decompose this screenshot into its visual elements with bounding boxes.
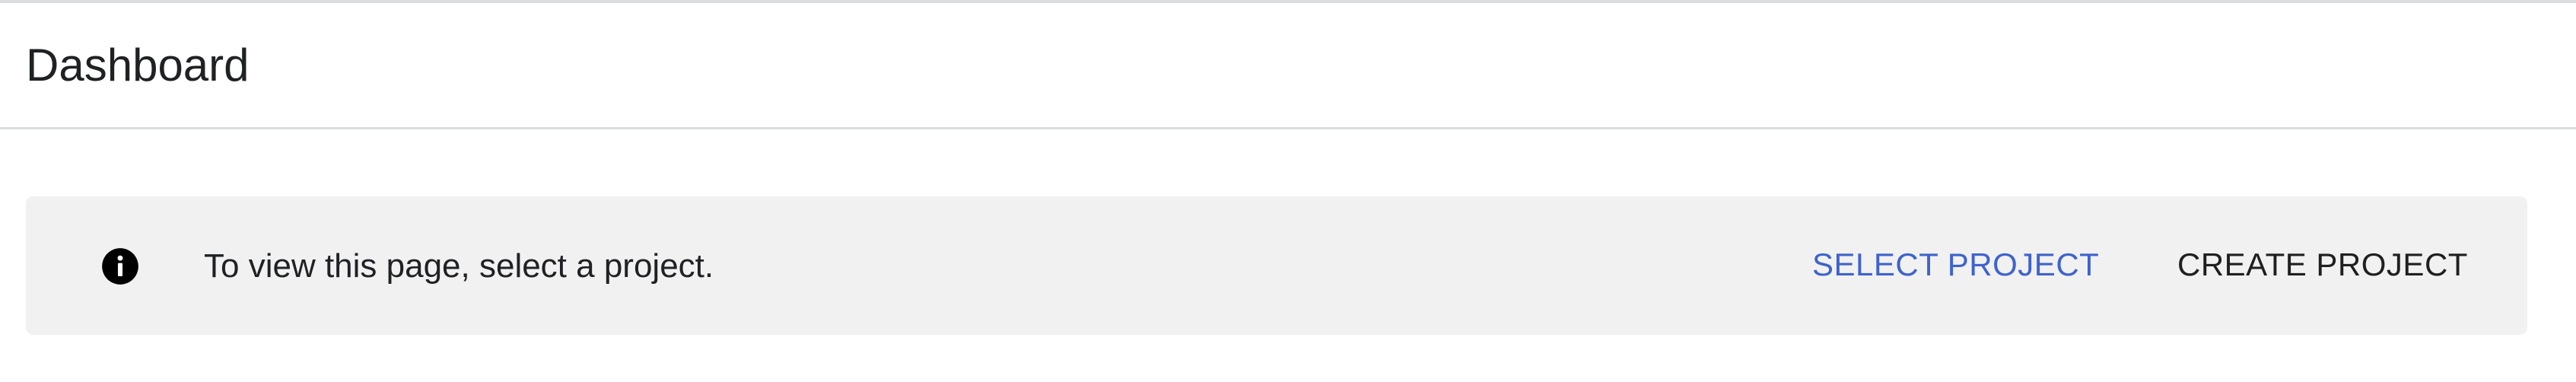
select-project-banner: To view this page, select a project. SEL…: [26, 196, 2527, 335]
create-project-button[interactable]: CREATE PROJECT: [2177, 240, 2468, 289]
page-title: Dashboard: [26, 40, 250, 91]
select-project-button[interactable]: SELECT PROJECT: [1812, 240, 2099, 289]
page-header: Dashboard: [0, 3, 2576, 129]
info-icon: [100, 247, 140, 286]
banner-message: To view this page, select a project.: [204, 247, 714, 285]
